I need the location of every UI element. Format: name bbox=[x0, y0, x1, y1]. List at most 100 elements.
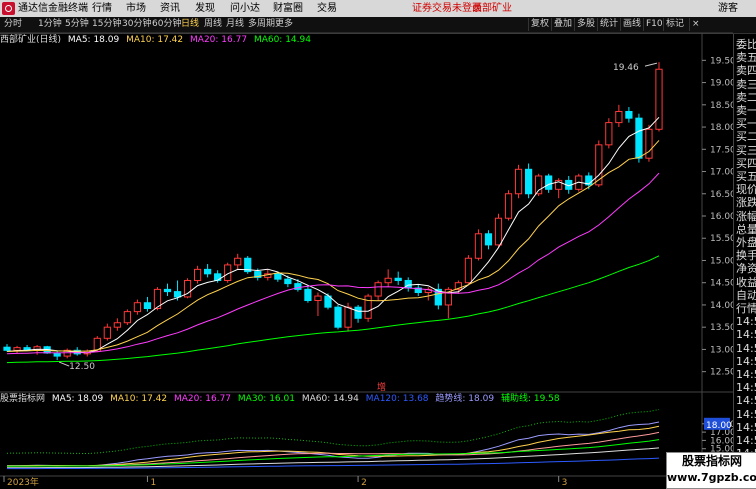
price-tick-label: 13.00 bbox=[710, 345, 733, 355]
sidebar-item[interactable]: 自动 bbox=[736, 289, 756, 303]
candle-body bbox=[364, 295, 372, 319]
candle-body bbox=[304, 288, 312, 302]
sidebar-item[interactable]: 委比 bbox=[736, 38, 756, 52]
candle-body bbox=[133, 302, 142, 313]
price-tick-label: 19.00 bbox=[710, 79, 733, 89]
candle-body bbox=[474, 233, 483, 259]
sidebar-item[interactable]: 卖五 bbox=[736, 51, 756, 65]
price-tick-label: 18.50 bbox=[710, 101, 733, 111]
candle-body bbox=[615, 110, 623, 124]
candle-body bbox=[163, 288, 172, 293]
candle-body bbox=[645, 128, 653, 159]
candle-body bbox=[605, 122, 613, 146]
candle-body bbox=[494, 217, 503, 246]
sidebar-item[interactable]: 涨跌 bbox=[736, 196, 756, 210]
kline-chart[interactable]: 19.50 19.00 18.50 18.00 17.50 17.00 16.50 16.00… bbox=[0, 0, 733, 487]
candle-body bbox=[535, 175, 543, 195]
sub-aux-line bbox=[6, 409, 660, 455]
price-tick-label: 16.00 bbox=[710, 212, 733, 222]
candle-body bbox=[484, 233, 493, 246]
quote-sidebar: 委比 卖五 卖四 卖三 卖二 卖一 买一 买二 买三 买四 买五 现价 涨跌 涨幅 总量 外盘 换手 净资 收益 自动… bbox=[733, 34, 756, 487]
sidebar-item[interactable]: 买五 bbox=[736, 170, 756, 184]
candle-body bbox=[374, 282, 382, 297]
sidebar-item[interactable]: 14:5 bbox=[736, 381, 756, 395]
date-tick-label: 1 bbox=[150, 478, 156, 487]
sidebar-item[interactable]: 行情 bbox=[736, 302, 756, 316]
candle-body bbox=[173, 291, 182, 298]
ma60-line bbox=[6, 255, 660, 364]
date-tick-label: 2023年 bbox=[7, 476, 39, 487]
sidebar-item[interactable]: 14:5 bbox=[736, 434, 756, 448]
candle-body bbox=[214, 273, 222, 281]
price-tick-label: 13.50 bbox=[710, 323, 733, 333]
low-marker-line bbox=[58, 361, 70, 367]
candle-body bbox=[284, 278, 292, 285]
candle-body bbox=[123, 311, 131, 324]
candle-body bbox=[103, 326, 111, 339]
sidebar-item[interactable]: 涨幅 bbox=[736, 210, 756, 224]
candle-body bbox=[234, 257, 242, 266]
price-tick-label: 15.50 bbox=[710, 234, 733, 244]
candle-body bbox=[464, 257, 473, 284]
watermark-logo: 股票指标网 www.7gpzb.com bbox=[666, 452, 756, 489]
date-tick-label: 2 bbox=[361, 478, 367, 487]
high-marker-line bbox=[644, 62, 658, 67]
high-marker-label: 19.46 bbox=[613, 63, 639, 73]
sidebar-item[interactable]: 买三 bbox=[736, 144, 756, 158]
low-marker-label: 12.50 bbox=[69, 362, 95, 372]
candle-body bbox=[524, 168, 533, 195]
candle-body bbox=[143, 302, 152, 310]
sidebar-item[interactable]: 14:5 bbox=[736, 368, 756, 382]
candle-body bbox=[344, 306, 352, 328]
date-tick-label: 3 bbox=[562, 478, 568, 487]
sidebar-item[interactable]: 14:5 bbox=[736, 328, 756, 342]
sidebar-item[interactable]: 卖二 bbox=[736, 91, 756, 105]
sidebar-item[interactable]: 14:5 bbox=[736, 355, 756, 369]
candle-body bbox=[545, 175, 553, 190]
sidebar-item[interactable]: 收益 bbox=[736, 276, 756, 290]
sidebar-item[interactable]: 14:5 bbox=[736, 342, 756, 356]
price-tick-label: 17.50 bbox=[710, 145, 733, 155]
ma5-line bbox=[6, 116, 660, 354]
sidebar-item[interactable]: 14:5 bbox=[736, 394, 756, 408]
candle-body bbox=[504, 193, 513, 219]
sidebar-item[interactable]: 14:5 bbox=[736, 421, 756, 435]
candle-body bbox=[274, 273, 282, 280]
candle-body bbox=[53, 352, 61, 357]
sidebar-item[interactable]: 买二 bbox=[736, 130, 756, 144]
ma20-line bbox=[6, 172, 660, 355]
candle-body bbox=[514, 168, 523, 195]
candle-body bbox=[334, 306, 342, 328]
candle-body bbox=[595, 144, 603, 186]
candle-body bbox=[204, 268, 212, 275]
sidebar-item[interactable]: 外盘 bbox=[736, 236, 756, 250]
sidebar-item[interactable]: 总量 bbox=[736, 223, 756, 237]
price-tick-label: 19.50 bbox=[710, 56, 733, 66]
sidebar-item[interactable]: 卖一 bbox=[736, 104, 756, 118]
price-tick-label: 17.00 bbox=[710, 168, 733, 178]
sidebar-item[interactable]: 14:5 bbox=[736, 408, 756, 422]
sidebar-item[interactable]: 买四 bbox=[736, 157, 756, 171]
sidebar-item[interactable]: 买一 bbox=[736, 117, 756, 131]
candle-body bbox=[635, 117, 643, 159]
price-tick-label: 14.50 bbox=[710, 279, 733, 289]
sidebar-item[interactable]: 净资 bbox=[736, 262, 756, 276]
sidebar-item[interactable]: 卖四 bbox=[736, 64, 756, 78]
sidebar-item[interactable]: 14:5 bbox=[736, 315, 756, 329]
candle-body bbox=[13, 347, 21, 351]
vol-marker-label: 增 bbox=[377, 381, 386, 393]
price-tick-label: 14.00 bbox=[710, 301, 733, 311]
price-tick-label: 16.50 bbox=[710, 190, 733, 200]
price-tick-label: 12.50 bbox=[710, 368, 733, 378]
candle-body bbox=[113, 322, 121, 328]
candle-body bbox=[193, 268, 202, 281]
candle-body bbox=[394, 277, 402, 281]
watermark-line2: www.7gpzb.com bbox=[667, 471, 756, 484]
candle-body bbox=[3, 346, 11, 351]
price-tick-label: 15.00 bbox=[710, 256, 733, 266]
sidebar-item[interactable]: 卖三 bbox=[736, 78, 756, 92]
candle-body bbox=[625, 110, 633, 119]
watermark-line1: 股票指标网 bbox=[681, 454, 742, 468]
candle-body bbox=[314, 295, 322, 302]
sub-current-tag-label: 18.00 bbox=[706, 421, 732, 431]
